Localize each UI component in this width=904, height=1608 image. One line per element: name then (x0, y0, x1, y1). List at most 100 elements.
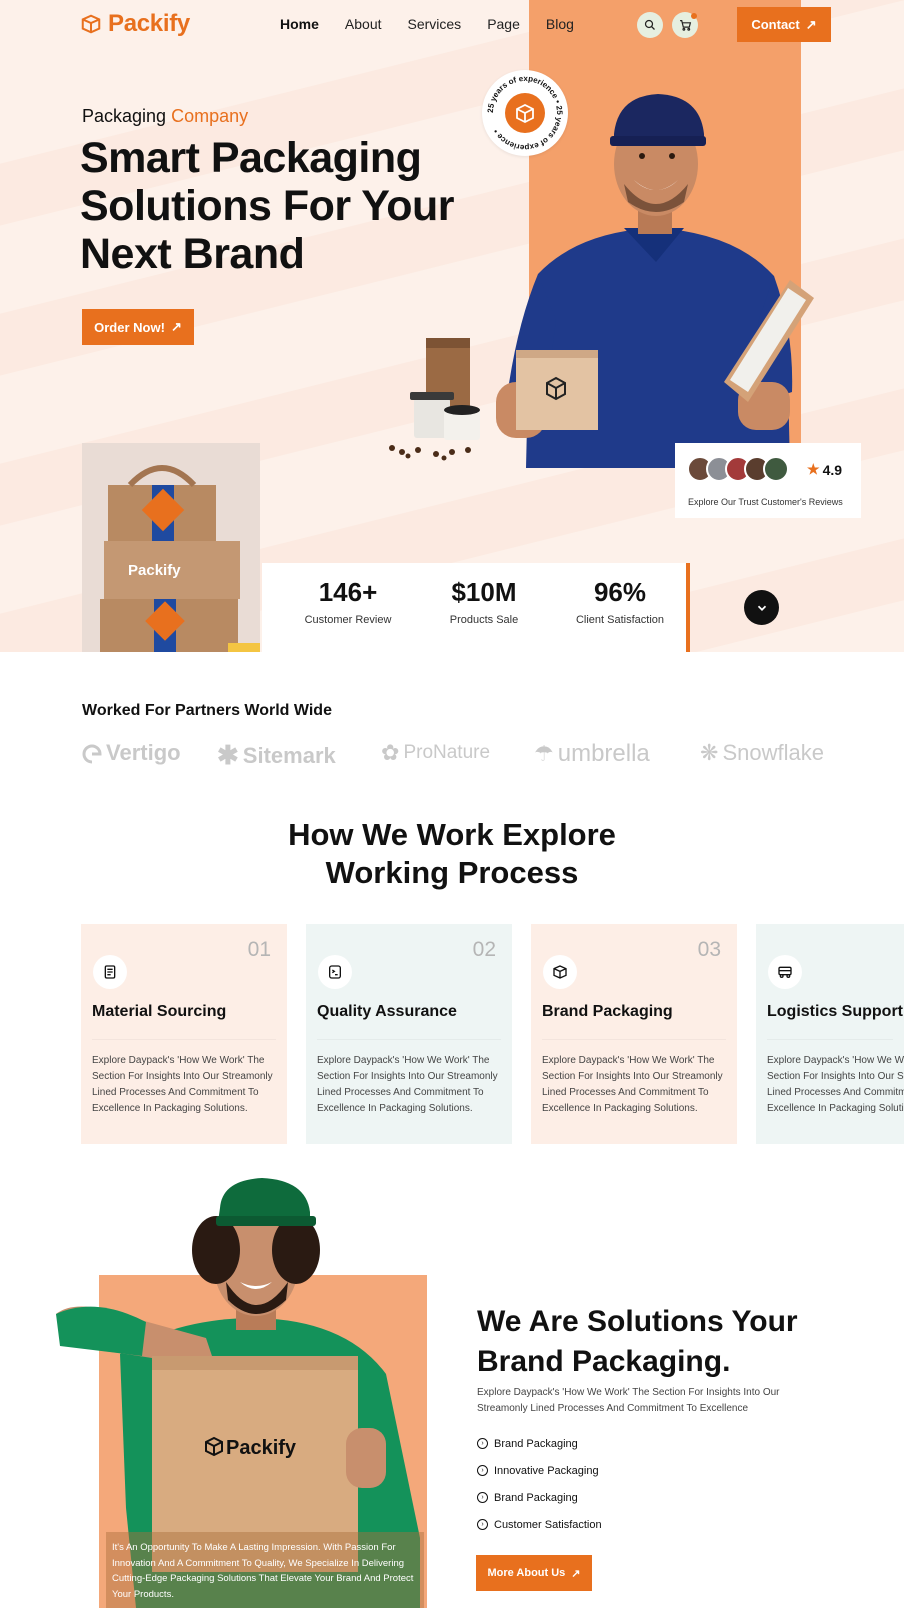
check-circle-icon: › (477, 1492, 488, 1503)
hero-eyebrow-accent: Company (171, 106, 249, 126)
stat-item: 96% Client Satisfaction (560, 577, 680, 626)
process-card-quality-assurance[interactable]: 02 Quality Assurance Explore Daypack's '… (306, 924, 512, 1144)
nav-links: Home About Services Page Blog (280, 16, 574, 32)
flower-icon: ✿ (381, 740, 400, 765)
nav-services[interactable]: Services (408, 16, 462, 32)
star-icon: ★ (807, 461, 820, 477)
vertigo-icon (82, 744, 102, 764)
brand-name: Packify (108, 10, 190, 37)
stat-item: $10M Products Sale (434, 577, 534, 626)
avatar (763, 456, 789, 482)
logo-box-icon (81, 14, 101, 34)
stat-label: Products Sale (449, 614, 519, 626)
process-card-logistics-support[interactable]: Logistics Support Explore Daypack's 'How… (756, 924, 904, 1144)
card-divider (767, 1039, 893, 1040)
list-item: › Customer Satisfaction (477, 1511, 602, 1538)
checklist-icon (318, 955, 352, 989)
stat-label: Customer Review (304, 614, 392, 626)
partner-logo-umbrella: ☂ umbrella (534, 740, 650, 768)
list-item-label: Customer Satisfaction (494, 1518, 602, 1531)
stat-value: $10M (451, 577, 517, 607)
stat-label: Client Satisfaction (575, 614, 665, 626)
truck-icon (768, 955, 802, 989)
card-divider (542, 1039, 726, 1040)
packaging-boxes-image: Packify (82, 443, 260, 652)
list-item: › Brand Packaging (477, 1484, 602, 1511)
rating-value: 4.9 (822, 461, 843, 478)
card-title: Material Sourcing (92, 1003, 227, 1020)
search-button[interactable] (637, 12, 663, 38)
card-divider (317, 1039, 501, 1040)
card-text: Explore Daypack's 'How We Work' The Sect… (317, 1055, 498, 1114)
nav-about[interactable]: About (345, 16, 382, 32)
scroll-down-button[interactable] (744, 590, 779, 625)
partner-logo-pronature: ✿ ProNature (381, 740, 490, 766)
partner-name: Snowflake (722, 740, 824, 765)
reviewer-avatars (687, 456, 789, 482)
partner-name: umbrella (557, 740, 650, 767)
chevron-down-icon (757, 605, 766, 611)
card-divider (92, 1039, 276, 1040)
brand-logo[interactable]: Packify (80, 10, 190, 38)
card-text: Explore Daypack's 'How We Work' The Sect… (542, 1055, 723, 1114)
list-item-label: Brand Packaging (494, 1491, 578, 1504)
asterisk-icon: ✱ (217, 740, 239, 770)
cart-icon (679, 19, 691, 31)
contact-button[interactable]: Contact ↗ (737, 7, 831, 42)
contact-button-label: Contact (751, 17, 800, 32)
check-circle-icon: › (477, 1519, 488, 1530)
process-title: How We Work Explore Working Process (0, 816, 904, 892)
cart-button[interactable] (672, 12, 698, 38)
stat-value: 96% (593, 577, 647, 607)
stat-value: 146+ (318, 577, 378, 607)
check-circle-icon: › (477, 1438, 488, 1449)
card-text: Explore Daypack's 'How We Work' The Sect… (767, 1055, 904, 1114)
process-card-material-sourcing[interactable]: 01 Material Sourcing Explore Daypack's '… (81, 924, 287, 1144)
card-number: 01 (247, 938, 271, 961)
process-title-line2: Working Process (325, 855, 579, 890)
card-number: 02 (472, 938, 496, 961)
process-card-brand-packaging[interactable]: 03 Brand Packaging Explore Daypack's 'Ho… (531, 924, 737, 1144)
nav-home[interactable]: Home (280, 16, 319, 32)
top-nav: Packify Home About Services Page Blog Co… (0, 0, 904, 48)
page: Packify Home About Services Page Blog Co… (0, 0, 904, 1608)
reviews-card[interactable]: ★ 4.9 Explore Our Trust Customer's Revie… (675, 443, 861, 518)
card-title: Quality Assurance (317, 1003, 457, 1020)
box-brand-text: Packify (128, 562, 181, 579)
card-text: Explore Daypack's 'How We Work' The Sect… (92, 1055, 273, 1114)
about-description: Explore Daypack's 'How We Work' The Sect… (477, 1387, 780, 1414)
more-about-us-button[interactable]: More About Us ↗ (476, 1555, 592, 1591)
experience-badge: 25 years of experience • 25 years of exp… (482, 70, 568, 156)
list-item: › Innovative Packaging (477, 1457, 602, 1484)
partner-logo-vertigo: Vertigo (82, 740, 181, 766)
search-icon (644, 19, 655, 30)
partner-name: Sitemark (242, 742, 336, 768)
about-feature-list: › Brand Packaging › Innovative Packaging ›… (477, 1430, 602, 1538)
card-title: Logistics Support (767, 1003, 903, 1020)
partner-name: ProNature (403, 742, 491, 763)
order-now-label: Order Now! (94, 319, 165, 335)
about-caption: It's An Opportunity To Make A Lasting Im… (106, 1532, 424, 1608)
partner-logo-sitemark: ✱ Sitemark (217, 740, 336, 771)
hero-eyebrow-text: Packaging (82, 106, 167, 126)
experience-badge-ring: 25 years of experience • 25 years of exp… (486, 74, 564, 152)
arrow-up-right-icon: ↗ (170, 319, 182, 334)
arrow-up-right-icon: ↗ (571, 1567, 581, 1580)
card-number: 03 (697, 938, 721, 961)
hero-eyebrow: Packaging Company (82, 106, 248, 127)
umbrella-icon: ☂ (534, 741, 554, 766)
process-title-line1: How We Work Explore (288, 817, 616, 852)
cart-badge-dot (691, 13, 697, 19)
partners-title: Worked For Partners World Wide (82, 702, 332, 719)
box-icon (543, 955, 577, 989)
nav-blog[interactable]: Blog (546, 16, 574, 32)
hero-section: Packify Home About Services Page Blog Co… (0, 0, 904, 652)
reviews-text: Explore Our Trust Customer's Reviews (688, 497, 843, 507)
document-icon (93, 955, 127, 989)
order-now-button[interactable]: Order Now! ↗ (82, 309, 194, 345)
list-item: › Brand Packaging (477, 1430, 602, 1457)
list-item-label: Innovative Packaging (494, 1464, 599, 1477)
more-about-us-label: More About Us (487, 1567, 566, 1579)
rating: ★ 4.9 (807, 461, 842, 478)
nav-page[interactable]: Page (487, 16, 520, 32)
